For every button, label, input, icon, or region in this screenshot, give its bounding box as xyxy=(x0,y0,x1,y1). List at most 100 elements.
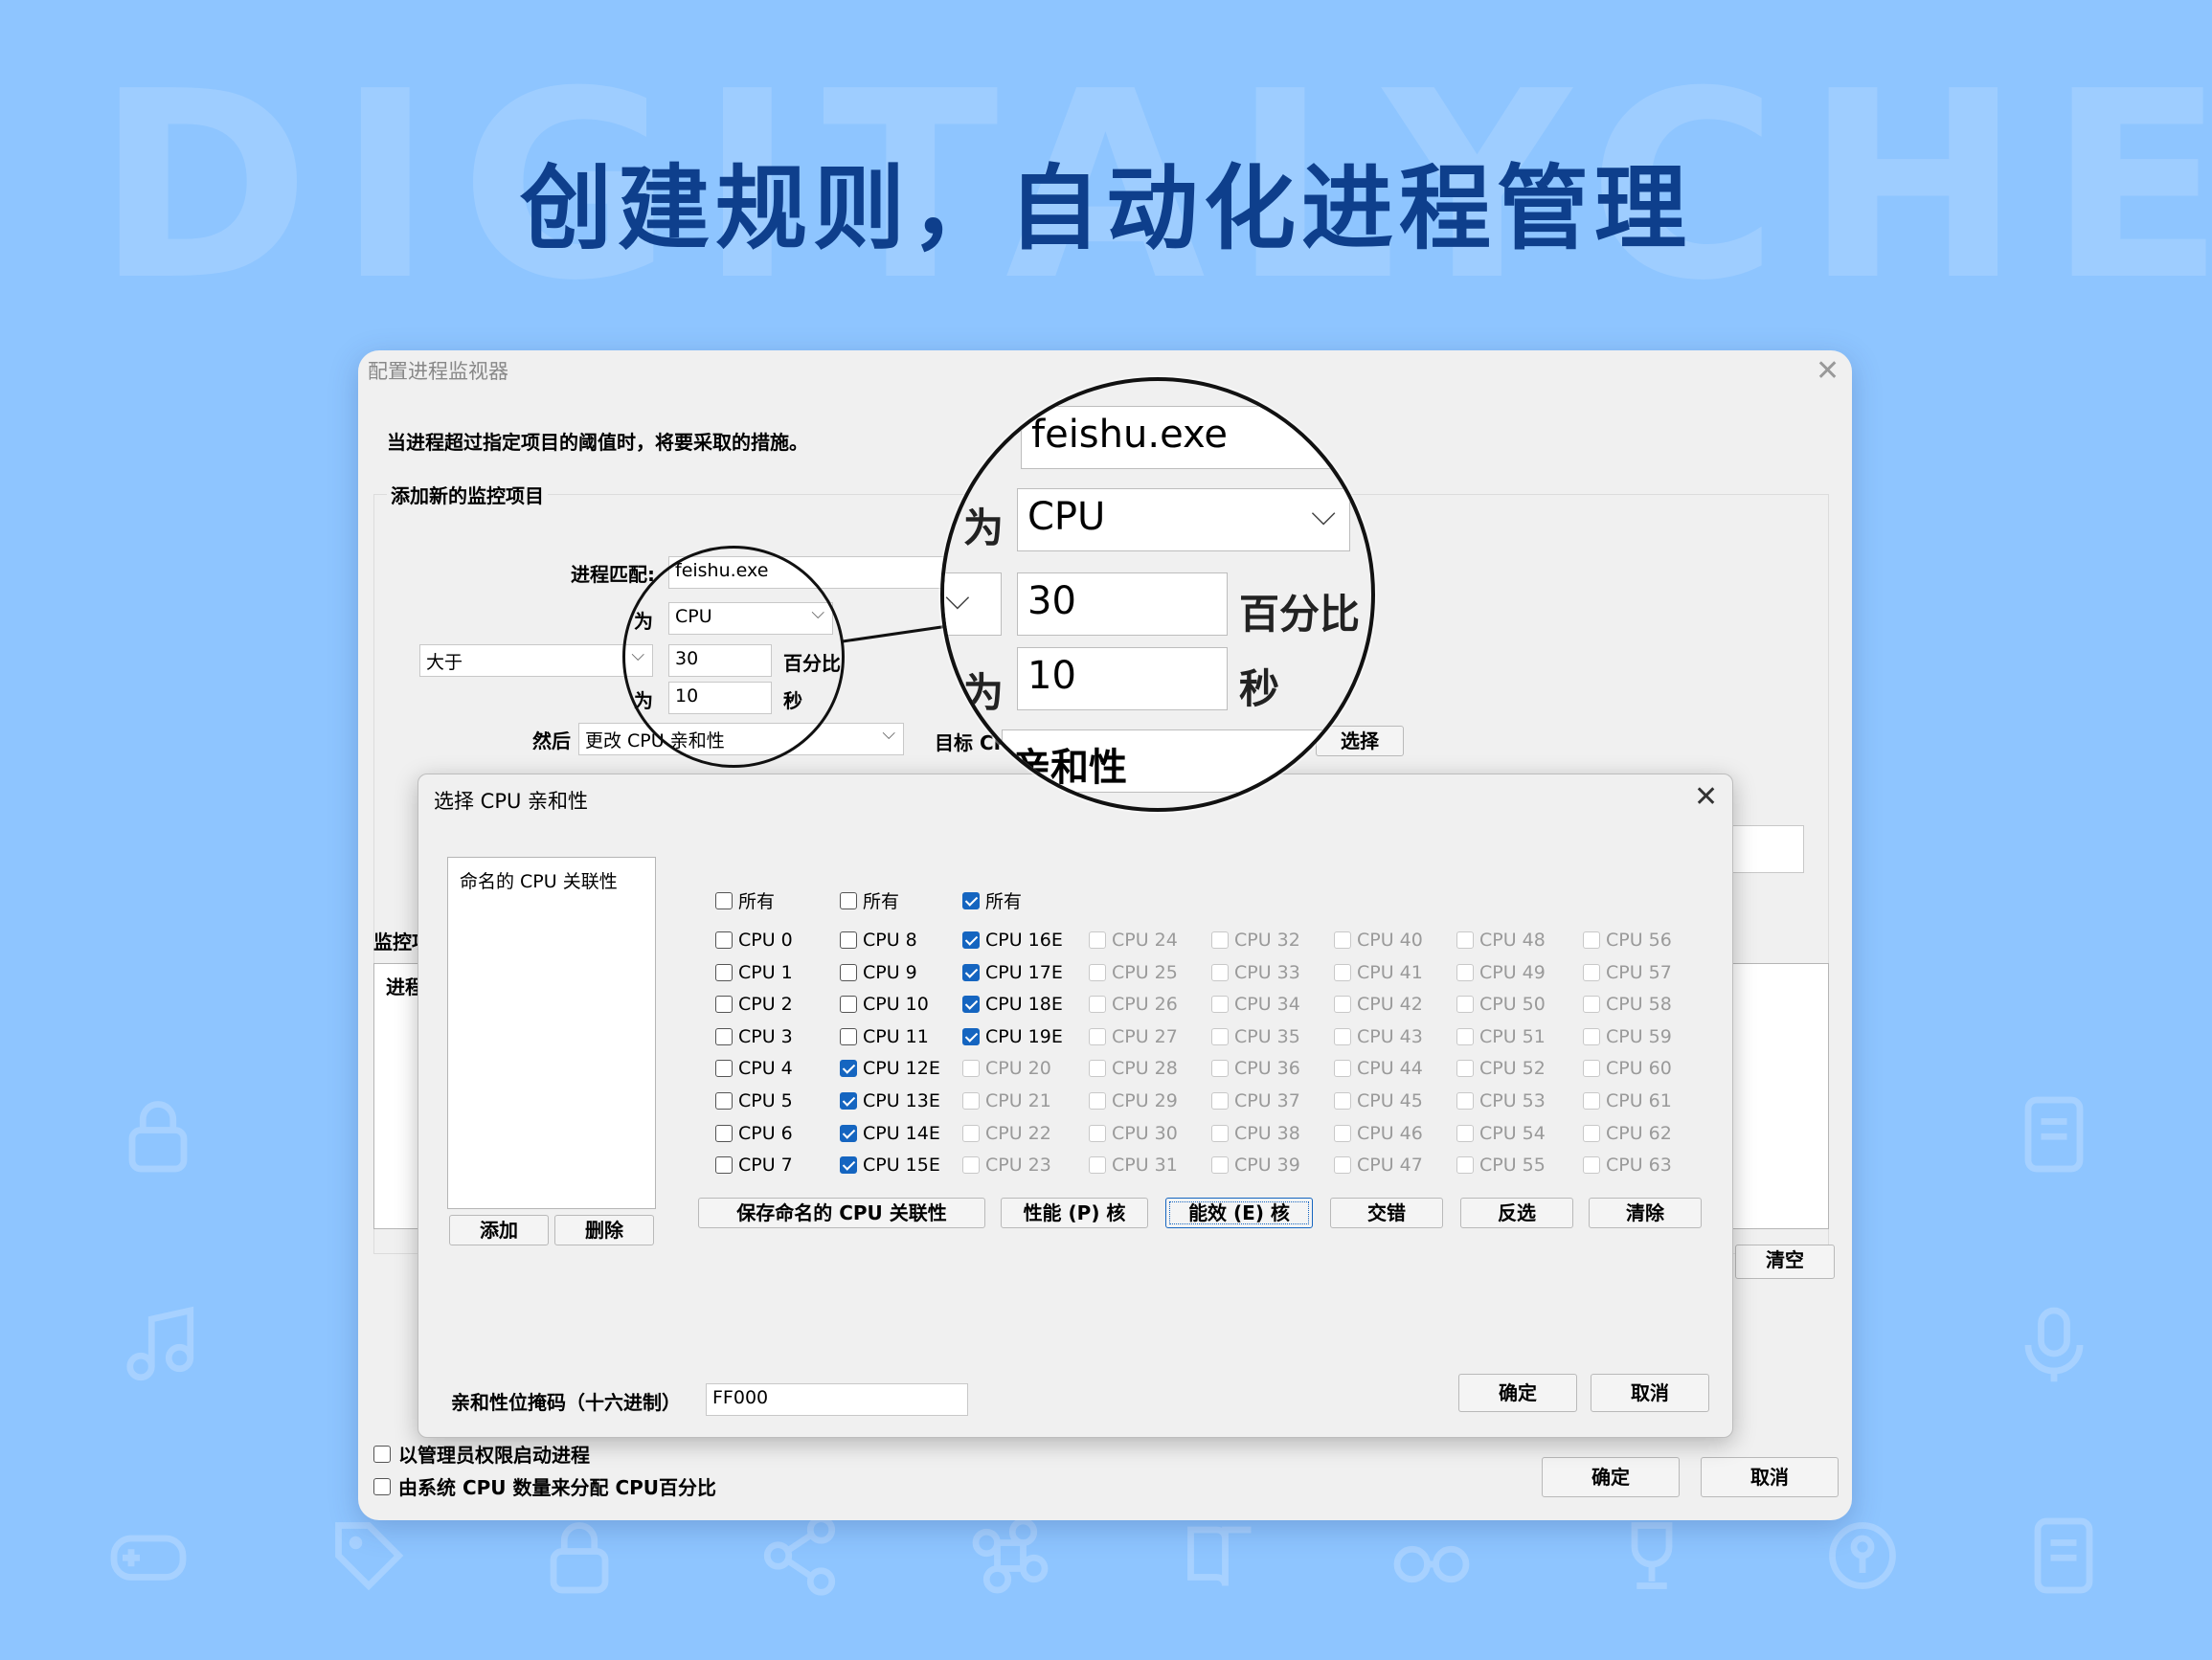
dialog-ok-button[interactable]: 确定 xyxy=(1458,1374,1577,1412)
checkbox-box[interactable] xyxy=(715,964,733,981)
checkbox-box[interactable] xyxy=(840,996,857,1013)
close-icon[interactable]: ✕ xyxy=(1816,354,1840,388)
select-all-checkbox[interactable]: 所有 xyxy=(840,887,899,913)
music-note-icon xyxy=(115,1302,201,1388)
cpu-checkbox: CPU 56 xyxy=(1583,930,1672,951)
checkbox-box[interactable] xyxy=(962,931,980,949)
checkbox-box[interactable] xyxy=(840,1028,857,1045)
checkbox-box[interactable] xyxy=(840,1125,857,1142)
checkbox-box[interactable] xyxy=(840,964,857,981)
add-named-button[interactable]: 添加 xyxy=(449,1215,549,1245)
checkbox-box[interactable] xyxy=(715,1092,733,1110)
checkbox-box xyxy=(1089,1092,1106,1110)
cpu-checkbox[interactable]: CPU 18E xyxy=(962,994,1063,1015)
checkbox-box[interactable] xyxy=(715,1060,733,1077)
checkbox-box[interactable] xyxy=(373,1445,391,1463)
cpu-checkbox[interactable]: CPU 9 xyxy=(840,962,917,983)
cpu-checkbox-label: CPU 59 xyxy=(1606,1026,1672,1047)
cpu-checkbox: CPU 57 xyxy=(1583,962,1672,983)
checkbox-box[interactable] xyxy=(715,891,733,909)
checkbox-box[interactable] xyxy=(962,891,980,909)
book-icon xyxy=(1178,1513,1264,1599)
cpu-checkbox-label: CPU 26 xyxy=(1112,994,1178,1015)
checkbox-box[interactable] xyxy=(715,996,733,1013)
system-cpu-checkbox[interactable]: 由系统 CPU 数量来分配 CPU百分比 xyxy=(373,1472,716,1500)
ok-button[interactable]: 确定 xyxy=(1542,1457,1680,1497)
cpu-checkbox: CPU 26 xyxy=(1089,994,1178,1015)
clear-selection-button[interactable]: 清除 xyxy=(1589,1198,1702,1228)
checkbox-box[interactable] xyxy=(840,891,857,909)
checkbox-box[interactable] xyxy=(840,1156,857,1174)
efficiency-cores-button[interactable]: 能效 (E) 核 xyxy=(1165,1198,1313,1228)
checkbox-box[interactable] xyxy=(840,931,857,949)
cpu-checkbox-label: CPU 23 xyxy=(985,1155,1051,1176)
cpu-checkbox[interactable]: CPU 1 xyxy=(715,962,793,983)
cpu-checkbox-label: CPU 19E xyxy=(985,1026,1063,1047)
checkbox-box xyxy=(1583,1028,1600,1045)
cpu-checkbox-label: CPU 49 xyxy=(1479,962,1546,983)
cpu-checkbox[interactable]: CPU 3 xyxy=(715,1026,793,1047)
checkbox-box[interactable] xyxy=(373,1477,391,1495)
checkbox-box[interactable] xyxy=(715,1028,733,1045)
named-affinity-list[interactable]: 命名的 CPU 关联性 xyxy=(447,857,656,1209)
checkbox-box[interactable] xyxy=(715,1156,733,1174)
checkbox-box[interactable] xyxy=(840,1092,857,1110)
select-all-checkbox[interactable]: 所有 xyxy=(715,887,775,913)
cpu-checkbox[interactable]: CPU 0 xyxy=(715,930,793,951)
cpu-checkbox-label: CPU 11 xyxy=(863,1026,929,1047)
checkbox-box[interactable] xyxy=(962,964,980,981)
zoom-duration-field: 10 xyxy=(1017,647,1228,710)
cpu-checkbox[interactable]: CPU 5 xyxy=(715,1090,793,1111)
cpu-checkbox[interactable]: CPU 10 xyxy=(840,994,929,1015)
checkbox-box xyxy=(1456,1125,1474,1142)
checkbox-box[interactable] xyxy=(962,996,980,1013)
delete-named-button[interactable]: 删除 xyxy=(554,1215,654,1245)
cpu-checkbox: CPU 23 xyxy=(962,1155,1051,1176)
cpu-checkbox-label: CPU 25 xyxy=(1112,962,1178,983)
cancel-button[interactable]: 取消 xyxy=(1701,1457,1839,1497)
cpu-checkbox[interactable]: CPU 13E xyxy=(840,1090,940,1111)
cpu-checkbox[interactable]: CPU 2 xyxy=(715,994,793,1015)
cpu-checkbox[interactable]: CPU 11 xyxy=(840,1026,929,1047)
save-named-affinity-button[interactable]: 保存命名的 CPU 关联性 xyxy=(698,1198,985,1228)
dialog-cancel-button[interactable]: 取消 xyxy=(1591,1374,1709,1412)
cpu-checkbox: CPU 52 xyxy=(1456,1058,1546,1079)
admin-checkbox[interactable]: 以管理员权限启动进程 xyxy=(373,1440,590,1468)
cpu-checkbox-label: CPU 16E xyxy=(985,930,1063,951)
cpu-checkbox-label: CPU 22 xyxy=(985,1123,1051,1144)
cpu-checkbox-label: CPU 44 xyxy=(1357,1058,1423,1079)
cpu-checkbox[interactable]: CPU 7 xyxy=(715,1155,793,1176)
comparison-select[interactable]: 大于 ⌵ xyxy=(419,644,653,677)
checkbox-box[interactable] xyxy=(962,1028,980,1045)
checkbox-box xyxy=(1089,1028,1106,1045)
cpu-checkbox[interactable]: CPU 16E xyxy=(962,930,1063,951)
cpu-checkbox-label: CPU 9 xyxy=(863,962,917,983)
cpu-checkbox[interactable]: CPU 19E xyxy=(962,1026,1063,1047)
cpu-checkbox-label: CPU 29 xyxy=(1112,1090,1178,1111)
checkbox-box xyxy=(1334,931,1351,949)
cpu-checkbox[interactable]: CPU 15E xyxy=(840,1155,940,1176)
interleave-button[interactable]: 交错 xyxy=(1330,1198,1443,1228)
cpu-checkbox[interactable]: CPU 17E xyxy=(962,962,1063,983)
checkbox-box xyxy=(1583,1125,1600,1142)
mask-input[interactable]: FF000 xyxy=(706,1383,968,1416)
select-all-checkbox[interactable]: 所有 xyxy=(962,887,1022,913)
checkbox-box[interactable] xyxy=(715,931,733,949)
cpu-checkbox[interactable]: CPU 14E xyxy=(840,1123,940,1144)
performance-cores-button[interactable]: 性能 (P) 核 xyxy=(1001,1198,1148,1228)
cpu-checkbox[interactable]: CPU 8 xyxy=(840,930,917,951)
cpu-checkbox[interactable]: CPU 6 xyxy=(715,1123,793,1144)
checkbox-box xyxy=(1456,964,1474,981)
checkbox-box xyxy=(1089,1125,1106,1142)
cpu-checkbox: CPU 31 xyxy=(1089,1155,1178,1176)
checkbox-box xyxy=(1456,1156,1474,1174)
checkbox-box[interactable] xyxy=(840,1060,857,1077)
invert-button[interactable]: 反选 xyxy=(1460,1198,1573,1228)
cpu-checkbox: CPU 62 xyxy=(1583,1123,1672,1144)
checkbox-box[interactable] xyxy=(715,1125,733,1142)
cpu-checkbox-label: CPU 42 xyxy=(1357,994,1423,1015)
close-icon[interactable]: ✕ xyxy=(1694,780,1718,814)
cpu-checkbox[interactable]: CPU 12E xyxy=(840,1058,940,1079)
clear-list-button[interactable]: 清空 xyxy=(1735,1245,1835,1279)
cpu-checkbox[interactable]: CPU 4 xyxy=(715,1058,793,1079)
